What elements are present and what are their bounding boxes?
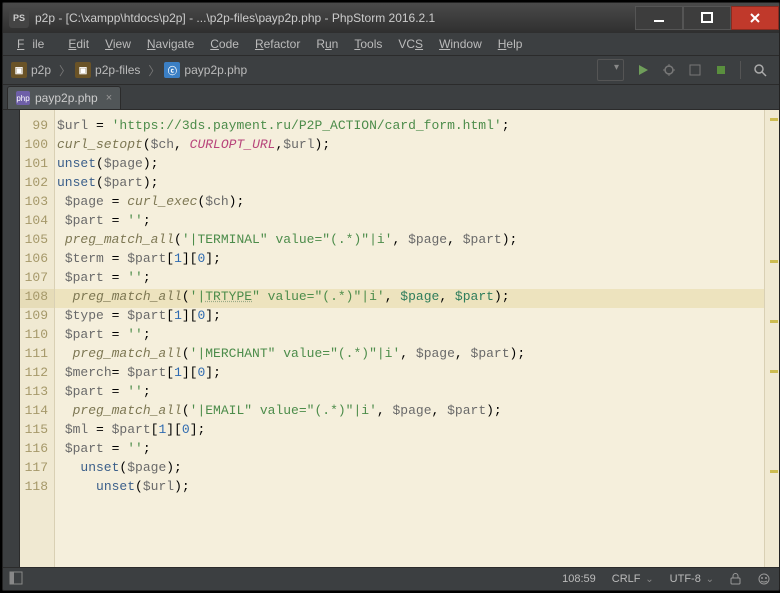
editor-tabs: php payp2p.php × (3, 85, 779, 110)
php-file-icon: ⓒ (164, 62, 180, 78)
caret-position[interactable]: 108:59 (554, 573, 604, 585)
breadcrumb-label: p2p-files (95, 63, 140, 77)
menu-vcs[interactable]: VCS (390, 35, 431, 53)
php-icon: php (16, 91, 30, 105)
code-area[interactable]: $url = 'https://3ds.payment.ru/P2P_ACTIO… (55, 110, 764, 567)
tab-payp2p[interactable]: php payp2p.php × (7, 86, 121, 109)
breadcrumb-p2p[interactable]: ▣ p2p (9, 62, 57, 78)
folder-icon: ▣ (11, 62, 27, 78)
debug-button[interactable] (658, 59, 680, 81)
tab-label: payp2p.php (35, 91, 98, 105)
editor: 9910010110210310410510610710810911011111… (3, 110, 779, 567)
menu-help[interactable]: Help (490, 35, 531, 53)
file-encoding[interactable]: UTF-8 (662, 573, 722, 585)
run-button[interactable] (632, 59, 654, 81)
menu-file[interactable]: File (9, 35, 60, 53)
line-number-gutter[interactable]: 9910010110210310410510610710810911011111… (20, 110, 55, 567)
menu-edit[interactable]: Edit (60, 35, 97, 53)
menu-refactor[interactable]: Refactor (247, 35, 308, 53)
tab-close-icon[interactable]: × (106, 92, 112, 104)
search-button[interactable] (749, 59, 771, 81)
readonly-toggle[interactable] (722, 573, 749, 585)
app-window: PS p2p - [C:\xampp\htdocs\p2p] - ...\p2p… (2, 2, 780, 591)
menu-code[interactable]: Code (202, 35, 247, 53)
menu-run[interactable]: Run (308, 35, 346, 53)
coverage-button[interactable] (684, 59, 706, 81)
stop-button[interactable] (710, 59, 732, 81)
status-bar: 108:59 CRLF UTF-8 (3, 567, 779, 590)
tool-windows-icon[interactable] (9, 571, 23, 588)
chevron-right-icon: 〉 (59, 62, 71, 79)
marker-bar[interactable] (764, 110, 779, 567)
breadcrumb-label: payp2p.php (184, 63, 247, 77)
folder-icon: ▣ (75, 62, 91, 78)
titlebar[interactable]: PS p2p - [C:\xampp\htdocs\p2p] - ...\p2p… (3, 3, 779, 33)
app-icon: PS (9, 8, 29, 28)
left-tool-gutter[interactable] (3, 110, 20, 567)
close-button[interactable] (731, 6, 779, 30)
run-config-selector[interactable] (597, 59, 624, 81)
inspections-icon[interactable] (749, 572, 779, 586)
window-title: p2p - [C:\xampp\htdocs\p2p] - ...\p2p-fi… (35, 11, 635, 25)
breadcrumb-file[interactable]: ⓒ payp2p.php (162, 62, 253, 78)
breadcrumb-p2p-files[interactable]: ▣ p2p-files (73, 62, 146, 78)
menu-bar: File Edit View Navigate Code Refactor Ru… (3, 33, 779, 56)
menu-tools[interactable]: Tools (346, 35, 390, 53)
menu-view[interactable]: View (97, 35, 139, 53)
minimize-button[interactable] (635, 6, 683, 30)
chevron-right-icon: 〉 (148, 62, 160, 79)
menu-navigate[interactable]: Navigate (139, 35, 202, 53)
maximize-button[interactable] (683, 6, 731, 30)
line-separator[interactable]: CRLF (604, 573, 662, 585)
breadcrumb-bar: ▣ p2p 〉 ▣ p2p-files 〉 ⓒ payp2p.php (3, 56, 779, 85)
menu-window[interactable]: Window (431, 35, 490, 53)
breadcrumb-label: p2p (31, 63, 51, 77)
